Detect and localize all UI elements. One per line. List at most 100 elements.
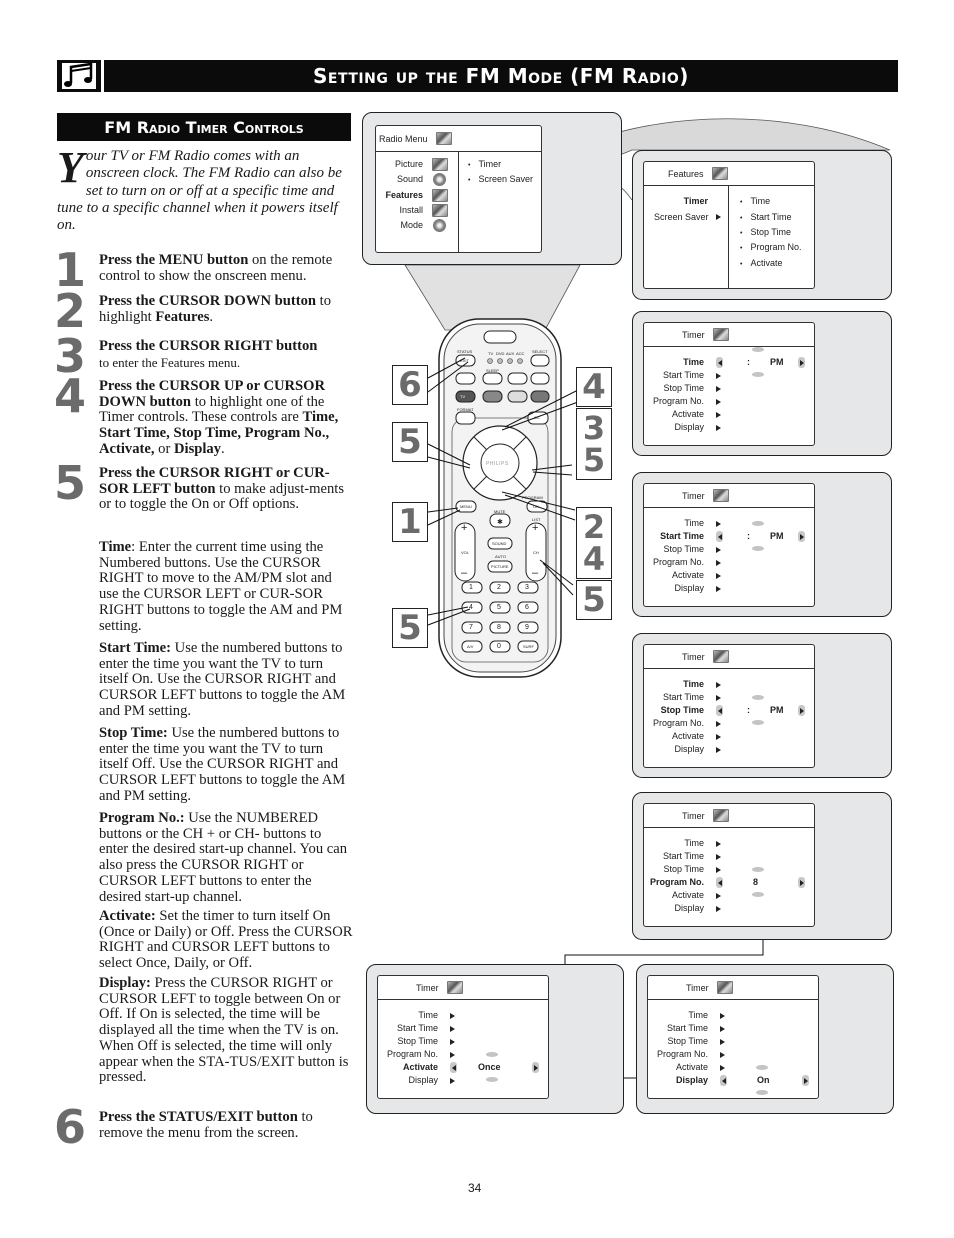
tv-button[interactable]: TV [460, 394, 465, 399]
timer-item[interactable]: Time [688, 1010, 708, 1021]
key-5[interactable]: 5 [497, 604, 501, 611]
sound-button[interactable]: SOUND [492, 541, 506, 546]
timer-item[interactable]: Stop Time [663, 383, 704, 394]
vol-up-button[interactable]: + [461, 522, 467, 534]
timer-item[interactable]: Stop Time [663, 544, 704, 555]
key-7[interactable]: 7 [469, 624, 473, 631]
cursor-right-icon[interactable] [798, 357, 805, 368]
menu-item-timer[interactable]: Timer [684, 196, 708, 207]
cursor-right-icon[interactable] [798, 531, 805, 542]
key-6[interactable]: 6 [525, 604, 529, 611]
key-9[interactable]: 9 [525, 624, 529, 631]
timer-item[interactable]: Program No. [653, 557, 704, 568]
dvd-label: DVD [496, 351, 505, 356]
menu-item-mode[interactable]: Mode [400, 220, 423, 231]
key-8[interactable]: 8 [497, 624, 501, 631]
cursor-left-icon[interactable] [450, 1062, 457, 1073]
timer-item[interactable]: Start Time [663, 851, 704, 862]
menu-item-features[interactable]: Features [385, 190, 423, 201]
timer-menu-osd: Timer Time Start Time Stop Time Program No.… [643, 644, 815, 768]
exit-button[interactable]: EXIT [460, 358, 469, 363]
timer-item[interactable]: Start Time [660, 531, 704, 542]
timer-menu-osd: Timer Time Start Time Stop Time Program No.… [377, 975, 549, 1099]
osd-header: Timer [378, 976, 548, 1000]
timer-item[interactable]: Display [408, 1075, 438, 1086]
ch-up-button[interactable]: + [532, 522, 538, 534]
timer-item[interactable]: Display [674, 583, 704, 594]
key-1[interactable]: 1 [469, 584, 473, 591]
timer-item-label: Time [684, 838, 704, 848]
timer-item[interactable]: Program No. [387, 1049, 438, 1060]
step-4: 4 Press the CURSOR UP or CURSOR DOWN but… [54, 373, 354, 458]
timer-item[interactable]: Time [418, 1010, 438, 1021]
timer-item[interactable]: Stop Time [397, 1036, 438, 1047]
page-title: Setting up the FM Mode (FM Radio) [313, 64, 689, 88]
timer-item[interactable]: Activate [676, 1062, 708, 1073]
menu-item-install[interactable]: Install [399, 205, 423, 216]
timer-item[interactable]: Time [684, 838, 704, 849]
timer-item[interactable]: Activate [672, 731, 704, 742]
timer-item[interactable]: Display [674, 422, 704, 433]
ch-down-button[interactable]: – [532, 567, 538, 579]
timer-item[interactable]: Stop Time [663, 864, 704, 875]
cursor-left-icon[interactable] [716, 357, 723, 368]
callout-step-5: 5 [392, 422, 428, 462]
cursor-right-icon[interactable] [802, 1075, 809, 1086]
timer-icon [712, 809, 729, 822]
timer-item[interactable]: Display [674, 744, 704, 755]
av-button[interactable]: A/V [467, 644, 473, 649]
timer-item[interactable]: Time [684, 518, 704, 529]
up-down-selector-icon[interactable] [752, 521, 764, 551]
timer-item[interactable]: Start Time [663, 692, 704, 703]
timer-item[interactable]: Activate [672, 570, 704, 581]
brand-logo: PHILIPS [486, 461, 509, 467]
cursor-left-icon[interactable] [716, 531, 723, 542]
ok-button[interactable]: OK [533, 504, 539, 509]
cursor-left-icon[interactable] [716, 877, 723, 888]
step-number: 5 [54, 456, 86, 510]
timer-item[interactable]: Program No. [653, 396, 704, 407]
timer-item[interactable]: Activate [672, 890, 704, 901]
timer-item[interactable]: Program No. [653, 718, 704, 729]
timer-item[interactable]: Display [676, 1075, 708, 1086]
cursor-right-icon[interactable] [798, 705, 805, 716]
timer-item[interactable]: Stop Time [661, 705, 704, 716]
picture-button[interactable]: PICTURE [491, 564, 509, 569]
menu-item-label: Picture [394, 159, 423, 169]
timer-item[interactable]: Time [683, 679, 704, 690]
menu-item-sound[interactable]: Sound [397, 174, 423, 185]
description-display: Display: Press the CURSOR RIGHT or CURSO… [99, 975, 353, 1086]
cursor-left-icon[interactable] [716, 705, 723, 716]
timer-item[interactable]: Program No. [650, 877, 704, 888]
up-down-selector-icon[interactable] [752, 695, 764, 725]
cursor-right-icon[interactable] [798, 877, 805, 888]
timer-item[interactable]: Stop Time [667, 1036, 708, 1047]
vol-down-button[interactable]: – [461, 567, 467, 579]
features-menu-panel: Features Timer Screen Saver Time Start T… [632, 150, 892, 300]
timer-item[interactable]: Activate [403, 1062, 438, 1073]
menu-item-screen-saver[interactable]: Screen Saver [654, 212, 722, 223]
cursor-left-icon[interactable] [720, 1075, 727, 1086]
timer-item[interactable]: Start Time [663, 370, 704, 381]
mute-button[interactable]: ✱ [497, 518, 503, 526]
up-down-selector-icon[interactable] [752, 347, 764, 377]
key-2[interactable]: 2 [497, 584, 501, 591]
timer-item[interactable]: Display [674, 903, 704, 914]
surf-button[interactable]: SURF [523, 644, 534, 649]
cc-button[interactable]: CC [534, 415, 540, 420]
timer-item[interactable]: Time [683, 357, 704, 368]
key-3[interactable]: 3 [525, 584, 529, 591]
timer-item[interactable]: Program No. [657, 1049, 708, 1060]
cursor-right-icon[interactable] [532, 1062, 539, 1073]
timer-item[interactable]: Start Time [397, 1023, 438, 1034]
timer-menu-panel: Timer Time Start Time Stop Time Program No.… [632, 472, 892, 617]
timer-item[interactable]: Activate [672, 409, 704, 420]
submenu-item: Program No. [740, 242, 801, 252]
menu-button[interactable]: MENU [460, 504, 472, 509]
timer-item-label: Activate [671, 890, 704, 900]
key-0[interactable]: 0 [497, 643, 501, 650]
menu-item-picture[interactable]: Picture [395, 159, 423, 170]
timer-item[interactable]: Start Time [667, 1023, 708, 1034]
key-4[interactable]: 4 [469, 604, 473, 611]
timer-menu-panel: Timer Time Start Time Stop Time Program No.… [632, 633, 892, 778]
